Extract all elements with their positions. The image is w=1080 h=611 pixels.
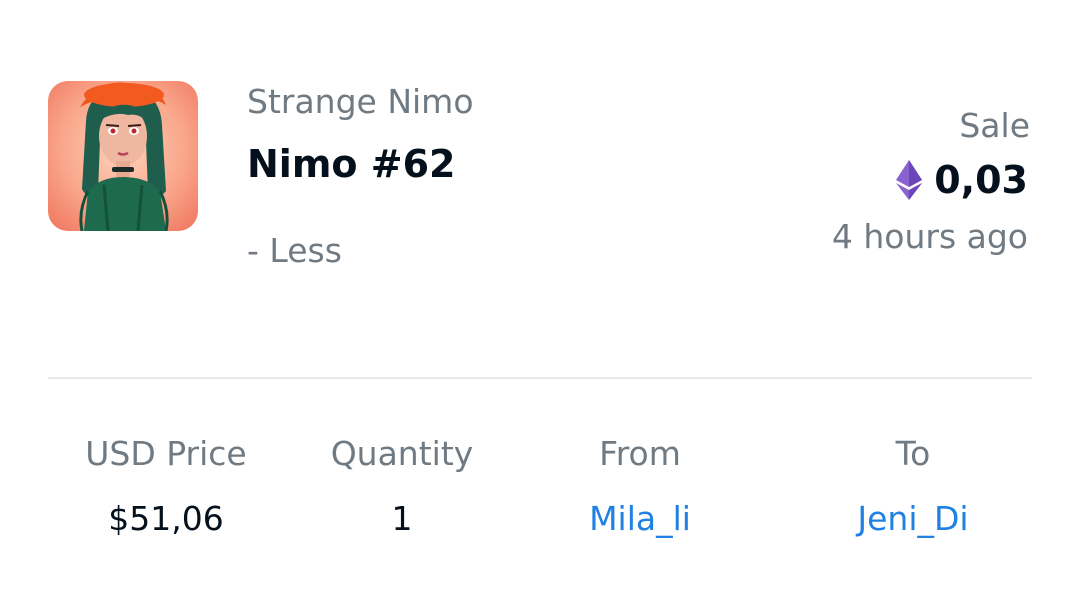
quantity-label: Quantity (330, 434, 474, 473)
show-less-toggle[interactable]: - Less (247, 231, 342, 270)
usd-price-label: USD Price (85, 434, 247, 473)
to-label: To (895, 434, 931, 473)
usd-price-column: USD Price $51,06 (66, 434, 266, 538)
nft-avatar-image (48, 81, 198, 231)
quantity-value: 1 (391, 499, 413, 538)
divider (48, 377, 1032, 379)
price-row: 0,03 (896, 155, 1028, 205)
from-user-link[interactable]: Mila_li (540, 499, 740, 538)
nft-thumbnail[interactable] (48, 81, 198, 231)
item-name[interactable]: Nimo #62 (247, 142, 455, 186)
collection-name[interactable]: Strange Nimo (247, 82, 474, 121)
to-column: To Jeni_Di (813, 434, 1013, 538)
usd-price-value: $51,06 (108, 499, 224, 538)
to-user-link[interactable]: Jeni_Di (813, 499, 1013, 538)
activity-card: Strange Nimo Nimo #62 - Less Sale 0,03 4… (0, 0, 1080, 611)
from-label: From (599, 434, 681, 473)
quantity-column: Quantity 1 (302, 434, 502, 538)
event-timestamp[interactable]: 4 hours ago (832, 217, 1028, 256)
from-column: From Mila_li (540, 434, 740, 538)
ethereum-icon (896, 160, 923, 200)
event-type-label: Sale (959, 106, 1030, 145)
price-value: 0,03 (934, 158, 1028, 202)
